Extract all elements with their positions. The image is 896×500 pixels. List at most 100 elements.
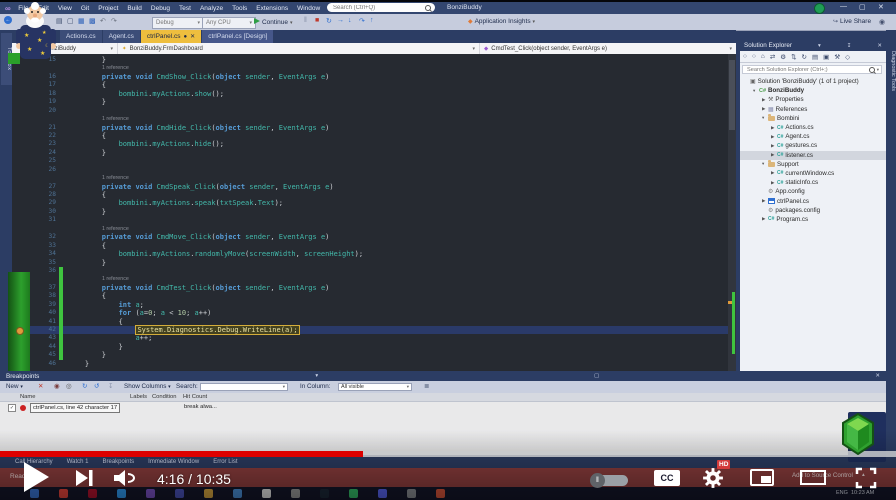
menu-analyze[interactable]: Analyze: [195, 5, 227, 12]
stop-icon[interactable]: ■: [315, 17, 319, 24]
type-dropdown[interactable]: ✦ BonziBuddy.FrmDashboard ▾: [118, 43, 480, 54]
disable-all-breakpoints-icon[interactable]: ◉: [54, 383, 60, 390]
menu-extensions[interactable]: Extensions: [252, 5, 293, 12]
emerald-watermark[interactable]: [836, 412, 880, 460]
save-icon[interactable]: ▦: [78, 17, 85, 25]
video-play-button[interactable]: [24, 462, 49, 492]
tree-item-gestures-cs[interactable]: ▶ C# gestures.cs: [740, 141, 886, 150]
tree-item-references[interactable]: ▶ ▦ References: [740, 105, 886, 114]
pause-icon[interactable]: ‖: [304, 17, 307, 24]
show-columns-dropdown[interactable]: Show Columns ▾: [124, 383, 171, 390]
menu-git[interactable]: Git: [76, 5, 93, 12]
column-header-name[interactable]: Name: [20, 394, 35, 400]
tree-item-agent-cs[interactable]: ▶ C# Agent.cs: [740, 132, 886, 141]
tree-item-program-cs[interactable]: ▶ C# Program.cs: [740, 215, 886, 224]
chevron-down-icon[interactable]: ▾: [877, 67, 879, 73]
video-captions-button[interactable]: CC: [654, 470, 680, 486]
taskbar-icon[interactable]: [204, 489, 213, 498]
menu-debug[interactable]: Debug: [146, 5, 174, 12]
breakpoints-search-input[interactable]: ▾: [200, 382, 288, 391]
tree-item-properties[interactable]: ▶ ⚒ Properties: [740, 95, 886, 104]
tree-item-actions-cs[interactable]: ▶ C# Actions.cs: [740, 123, 886, 132]
video-next-button[interactable]: [76, 470, 93, 486]
redo-icon[interactable]: ↷: [111, 17, 117, 25]
close-panel-icon[interactable]: ✕: [872, 43, 882, 49]
debug-target-dropdown[interactable]: Debug ▾: [152, 16, 204, 29]
import-breakpoints-icon[interactable]: ↺: [94, 383, 99, 390]
close-tab-icon[interactable]: ✕: [190, 33, 195, 40]
collapse-all-icon[interactable]: ▤: [812, 53, 818, 61]
taskbar-icon[interactable]: [262, 489, 271, 498]
solution-explorer-search[interactable]: ▾: [742, 65, 882, 74]
taskbar-icon[interactable]: [233, 489, 242, 498]
video-fullscreen-button[interactable]: [855, 467, 877, 489]
taskbar-icon[interactable]: [291, 489, 300, 498]
panel-tab-error-list[interactable]: Error List: [206, 459, 244, 465]
feedback-icon[interactable]: ◉: [879, 18, 885, 26]
preview-icon[interactable]: ◇: [845, 53, 850, 61]
diagnostic-tools-side-tab[interactable]: Diagnostic Tools: [886, 36, 896, 106]
video-autoplay-toggle[interactable]: ‖: [590, 473, 628, 488]
home-icon[interactable]: ⌂: [761, 53, 765, 60]
restart-icon[interactable]: ↻: [326, 17, 332, 25]
live-share-button[interactable]: ↪ Live Share: [833, 18, 871, 25]
list-view-icon[interactable]: ≣: [424, 383, 429, 390]
maximize-button[interactable]: ▢: [859, 3, 866, 11]
go-to-source-icon[interactable]: ↧: [108, 383, 113, 390]
export-breakpoints-icon[interactable]: ↻: [82, 383, 87, 390]
breakpoint-row[interactable]: ✓ ctrlPanel.cs, line 42 character 17 bre…: [0, 403, 886, 413]
taskbar-icon[interactable]: [117, 489, 126, 498]
step-into-icon[interactable]: ↓: [348, 17, 352, 24]
maximize-panel-icon[interactable]: ▢: [588, 373, 599, 379]
codelens-references[interactable]: 1 reference: [102, 115, 129, 123]
taskbar-icon[interactable]: [175, 489, 184, 498]
tree-item-listener-cs[interactable]: ▶ C# listener.cs: [740, 150, 886, 160]
panel-tab-breakpoints[interactable]: Breakpoints: [95, 459, 141, 465]
undo-icon[interactable]: ↶: [100, 17, 106, 25]
taskbar-icon[interactable]: [59, 489, 68, 498]
close-panel-icon[interactable]: ✕: [869, 373, 880, 379]
tree-item-support[interactable]: ▾ Support: [740, 160, 886, 169]
menu-project[interactable]: Project: [94, 5, 123, 12]
open-file-icon[interactable]: ▢: [67, 17, 74, 25]
switch-views-icon[interactable]: ⇄: [770, 53, 775, 61]
tab-ctrlpanel-cs[interactable]: ctrlPanel.cs ● ✕: [140, 30, 202, 43]
application-insights-button[interactable]: ◆ Application Insights ▾: [468, 18, 535, 25]
code-editor[interactable]: 15 } 1 reference 16 private void CmdShow_C…: [12, 54, 736, 372]
column-header-condition[interactable]: Condition: [152, 394, 177, 400]
pin-icon[interactable]: ↧: [842, 43, 852, 49]
show-next-statement-icon[interactable]: →: [337, 17, 344, 24]
account-avatar[interactable]: [814, 2, 825, 14]
codelens-references[interactable]: 1 reference: [102, 174, 129, 182]
video-volume-button[interactable]: [114, 469, 140, 487]
refresh-icon[interactable]: ↻: [802, 53, 807, 61]
menu-window[interactable]: Window: [293, 5, 325, 12]
quick-search-input[interactable]: [331, 3, 419, 12]
breakpoint-checkbox[interactable]: ✓: [8, 404, 16, 412]
column-header-labels[interactable]: Labels: [130, 394, 147, 400]
member-dropdown[interactable]: ◆ CmdTest_Click(object sender, EventArgs…: [480, 43, 736, 54]
tree-item-solution-bonzibuddy-1-of-1-project-[interactable]: ▣ Solution 'BonziBuddy' (1 of 1 project): [740, 77, 886, 86]
video-progress-bar[interactable]: [0, 451, 896, 457]
video-settings-gear-icon[interactable]: [702, 467, 724, 489]
tree-item-packages-config[interactable]: ⚙ packages.config: [740, 206, 886, 215]
tree-item-bombini[interactable]: ▾ Bombini: [740, 114, 886, 123]
delete-breakpoint-icon[interactable]: ✕: [38, 383, 43, 390]
tab-agent-cs[interactable]: Agent.cs: [102, 30, 140, 43]
in-column-dropdown[interactable]: All visible ▾: [338, 382, 412, 391]
taskbar-icon[interactable]: [146, 489, 155, 498]
video-theater-button[interactable]: [800, 470, 826, 485]
tree-item-bonzibuddy[interactable]: ▾ C# BonziBuddy: [740, 86, 886, 95]
taskbar-icon[interactable]: [349, 489, 358, 498]
taskbar-icon[interactable]: [407, 489, 416, 498]
tree-item-staticinfo-cs[interactable]: ▶ C# staticInfo.cs: [740, 178, 886, 187]
solution-explorer-search-input[interactable]: [745, 65, 869, 74]
sync-active-document-icon[interactable]: ⇅: [791, 53, 796, 61]
taskbar-icon[interactable]: [436, 489, 445, 498]
taskbar-icon[interactable]: [88, 489, 97, 498]
back-icon[interactable]: ○: [743, 53, 747, 60]
panel-tab-immediate-window[interactable]: Immediate Window: [141, 459, 206, 465]
new-breakpoint-button[interactable]: New ▾: [6, 383, 23, 390]
tree-item-currentwindow-cs[interactable]: ▶ C# currentWindow.cs: [740, 169, 886, 178]
toggle-all-breakpoints-icon[interactable]: ◎: [66, 383, 72, 390]
